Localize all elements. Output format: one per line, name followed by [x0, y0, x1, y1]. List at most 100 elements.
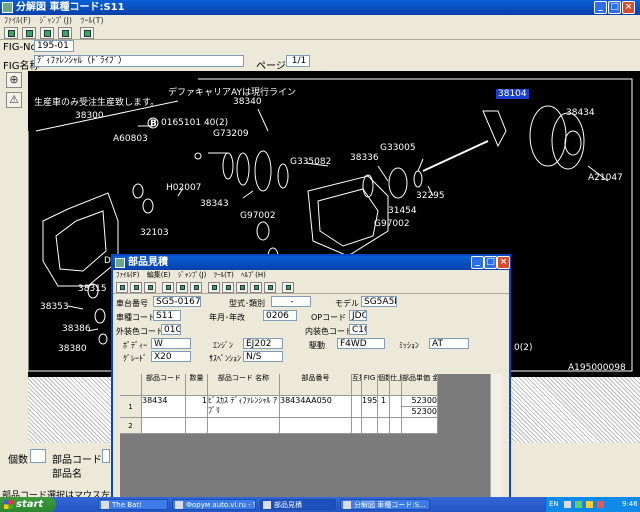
- part-label[interactable]: 38343: [200, 199, 229, 209]
- tray-icon[interactable]: [564, 501, 571, 508]
- maximize-icon[interactable]: □: [608, 1, 621, 14]
- part-label[interactable]: 38336: [350, 153, 379, 163]
- part-label[interactable]: 38353: [40, 302, 69, 312]
- list-icon[interactable]: [190, 282, 202, 293]
- copy-icon[interactable]: [40, 27, 54, 39]
- tray-icon[interactable]: [575, 501, 582, 508]
- part-code-field[interactable]: [102, 449, 110, 463]
- ext-color-field[interactable]: 01G: [161, 324, 181, 335]
- model-field[interactable]: SG5A5II: [361, 296, 397, 307]
- table-icon[interactable]: [236, 282, 248, 293]
- tray-icon[interactable]: [586, 501, 593, 508]
- zoom-icon[interactable]: [58, 27, 72, 39]
- table-cell-fig[interactable]: 195: [362, 396, 378, 418]
- int-color-field[interactable]: C10: [349, 324, 367, 335]
- part-label[interactable]: 31454: [388, 206, 417, 216]
- part-label[interactable]: G335082: [290, 157, 331, 167]
- filter-icon[interactable]: [162, 282, 174, 293]
- menu-file[interactable]: ﾌｧｲﾙ(F): [4, 16, 31, 25]
- menu-jump[interactable]: ｼﾞｬﾝﾌﾟ(J): [178, 271, 207, 279]
- mission-field[interactable]: AT: [429, 338, 469, 349]
- tray-icon[interactable]: [597, 501, 604, 508]
- highlighted-part-label[interactable]: 38104: [496, 89, 529, 99]
- table-cell-compat[interactable]: [352, 396, 362, 418]
- part-label[interactable]: 38340: [233, 97, 262, 107]
- print-icon[interactable]: [144, 282, 156, 293]
- year-field[interactable]: 0206: [263, 310, 297, 321]
- table-cell-price[interactable]: 52300: [402, 396, 438, 407]
- exit-icon[interactable]: [282, 282, 294, 293]
- drive-field[interactable]: F4WD: [337, 338, 385, 349]
- part-label[interactable]: 38380: [58, 344, 87, 354]
- part-label[interactable]: 38386: [62, 324, 91, 334]
- menu-edit[interactable]: 編集(E): [147, 271, 171, 279]
- op-code-field[interactable]: JDC: [349, 310, 367, 321]
- part-label[interactable]: 32103: [140, 228, 169, 238]
- part-label[interactable]: H02007: [166, 183, 201, 193]
- part-label[interactable]: G97002: [374, 219, 410, 229]
- calc-icon[interactable]: [222, 282, 234, 293]
- maximize-icon[interactable]: □: [484, 256, 497, 269]
- menu-help[interactable]: ﾍﾙﾌﾟ(H): [241, 271, 266, 279]
- close-icon[interactable]: ×: [622, 1, 635, 14]
- warning-icon[interactable]: ⚠: [6, 92, 22, 108]
- part-label[interactable]: 38315: [78, 284, 107, 294]
- table-cell-price[interactable]: [402, 418, 438, 434]
- table-cell-count[interactable]: 1: [378, 396, 390, 418]
- task-the-bat[interactable]: The Bat!: [98, 499, 168, 510]
- table-cell-code[interactable]: 38434: [142, 396, 186, 418]
- save-icon[interactable]: [130, 282, 142, 293]
- vehicle-no-field[interactable]: SG5-01679!: [153, 296, 201, 307]
- table-cell-code[interactable]: [142, 418, 186, 434]
- part-label[interactable]: 38300: [75, 111, 104, 121]
- engine-field[interactable]: EJ202: [243, 338, 283, 349]
- language-indicator[interactable]: EN: [549, 497, 559, 512]
- table-cell-qty[interactable]: [186, 418, 208, 434]
- menu-file[interactable]: ﾌｧｲﾙ(F): [116, 271, 140, 279]
- quantity-field[interactable]: [30, 449, 46, 463]
- table-cell-count[interactable]: [378, 418, 390, 434]
- print-icon[interactable]: [22, 27, 36, 39]
- part-label[interactable]: G73209: [213, 129, 249, 139]
- table-cell-part-no[interactable]: [280, 418, 352, 434]
- menu-tools[interactable]: ﾂｰﾙ(T): [214, 271, 234, 279]
- body-field[interactable]: W: [151, 338, 191, 349]
- open-icon[interactable]: [176, 282, 188, 293]
- part-label[interactable]: D: [104, 256, 111, 266]
- part-label[interactable]: 32295: [416, 191, 445, 201]
- table-cell-qty[interactable]: 1: [186, 396, 208, 418]
- part-label[interactable]: A60803: [113, 134, 148, 144]
- car-code-field[interactable]: S11: [153, 310, 181, 321]
- model-type-field[interactable]: -: [271, 296, 311, 307]
- table-cell-amount[interactable]: 52300: [402, 407, 438, 418]
- exit-icon[interactable]: [80, 27, 94, 39]
- part-label[interactable]: 0165101 40(2): [161, 118, 228, 128]
- suspension-field[interactable]: N/S: [243, 351, 283, 362]
- grid-icon[interactable]: [208, 282, 220, 293]
- open-icon[interactable]: [4, 27, 18, 39]
- table-cell-name[interactable]: ﾋﾞｽｶｽ ﾃﾞｨﾌｧﾚﾝｼｬﾙ ｱﾌﾞﾘ: [208, 396, 280, 418]
- task-forum[interactable]: Форум auto.vl.ru - S...: [172, 499, 256, 510]
- part-label[interactable]: A21047: [588, 173, 623, 183]
- table-cell-finish[interactable]: [390, 396, 402, 418]
- table-cell-part-no[interactable]: 38434AA050: [280, 396, 352, 418]
- export-icon[interactable]: [264, 282, 276, 293]
- table-cell-name[interactable]: [208, 418, 280, 434]
- task-diagram[interactable]: 分解図 車種コード:S...: [340, 499, 430, 510]
- table-cell-finish[interactable]: [390, 418, 402, 434]
- part-label[interactable]: 38434: [566, 108, 595, 118]
- zoom-in-icon[interactable]: ⊕: [6, 72, 22, 88]
- fig-no-field[interactable]: 195-01: [34, 40, 74, 52]
- download-icon[interactable]: [250, 282, 262, 293]
- table-cell-compat[interactable]: [352, 418, 362, 434]
- start-button[interactable]: start: [0, 497, 56, 512]
- part-label[interactable]: G97002: [240, 211, 276, 221]
- part-label[interactable]: G33005: [380, 143, 416, 153]
- table-scrollbar[interactable]: [490, 374, 502, 499]
- minimize-icon[interactable]: _: [594, 1, 607, 14]
- task-estimate[interactable]: 部品見積: [260, 499, 336, 510]
- grade-field[interactable]: X20: [151, 351, 191, 362]
- table-cell-fig[interactable]: [362, 418, 378, 434]
- new-icon[interactable]: [116, 282, 128, 293]
- close-icon[interactable]: ×: [497, 256, 510, 269]
